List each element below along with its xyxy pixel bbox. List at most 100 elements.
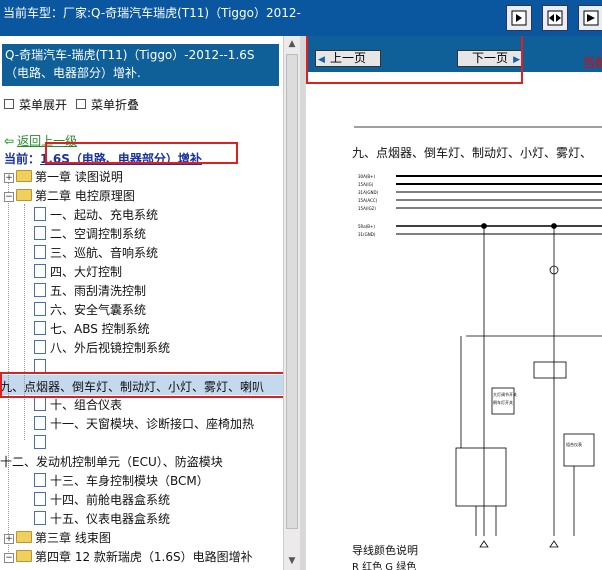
tree-item-label: 十四、前舱电器盒系统 (50, 493, 171, 507)
document-icon (34, 302, 46, 316)
arrow-right-icon (583, 10, 599, 26)
wire-label: 30A(B+) (358, 174, 375, 179)
legend-line: R 红色 G 绿色 (352, 562, 417, 570)
current-prefix: 当前： (4, 152, 41, 166)
diagram-box-label: 大灯调节开关 (493, 391, 517, 397)
menu-expand-label: 菜单展开 (19, 97, 68, 112)
expand-toggle-icon[interactable]: − (4, 553, 14, 563)
forward-button[interactable] (578, 5, 602, 31)
folder-icon (16, 531, 32, 543)
wire-labels: 30A(B+) 15A(IG) 31A(GND) 15A(ACC) 15A(IG… (358, 174, 379, 237)
expand-toggle-icon[interactable]: + (4, 173, 14, 183)
diagram-box-label: 倒车灯开关 (493, 399, 513, 405)
scroll-up-icon[interactable]: ▲ (287, 39, 297, 49)
document-icon (34, 435, 46, 449)
title-bar: 当前车型：厂家:Q-奇瑞汽车瑞虎(T11)（Tiggo）2012- (0, 0, 602, 36)
document-icon (34, 264, 46, 278)
navigation-panel: Q-奇瑞汽车-瑞虎(T11)（Tiggo）-2012--1.6S（电路、电器部分… (0, 36, 300, 570)
menu-collapse-button[interactable]: 菜单折叠 (76, 96, 139, 112)
wiring-diagram: 30A(B+) 15A(IG) 31A(GND) 15A(ACC) 15A(IG… (354, 126, 602, 548)
document-icon (34, 511, 46, 525)
tree-item[interactable]: 第一章 读图说明 (16, 168, 283, 186)
panel-right-button[interactable] (506, 5, 532, 31)
tree-scrollbar[interactable]: ▲ ▼ (283, 36, 301, 570)
tree-item-label: 第三章 线束图 (35, 531, 111, 545)
tree-item-label: 十一、天窗模块、诊断接口、座椅加热 (50, 417, 255, 431)
tree-item[interactable]: 二、空调控制系统 (34, 225, 283, 243)
menu-expand-button[interactable]: 菜单展开 (4, 96, 67, 112)
tree-item-label: 十、组合仪表 (50, 398, 123, 412)
tree-item[interactable] (34, 434, 283, 452)
tree-line (8, 174, 9, 554)
tree-item[interactable]: 七、ABS 控制系统 (34, 320, 283, 338)
diagram-box-label: 组合仪表 (566, 441, 582, 447)
expand-horizontal-icon (547, 10, 563, 26)
tree-item[interactable]: 十三、车身控制模块（BCM） (34, 472, 283, 490)
expand-toggle-icon[interactable]: − (4, 192, 14, 202)
tree-item[interactable]: 十五、仪表电器盒系统 (34, 510, 283, 528)
highlight-box-selected (0, 372, 289, 398)
folder-icon (16, 170, 32, 182)
tree-item[interactable]: 十四、前舱电器盒系统 (34, 491, 283, 509)
menu-collapse-label: 菜单折叠 (91, 97, 140, 112)
tree-item-label: 十三、车身控制模块（BCM） (50, 474, 209, 488)
document-icon (34, 321, 46, 335)
tree-item-label: 第四章 12 款新瑞虎（1.6S）电路图增补 (35, 550, 253, 564)
legend-title: 导线颜色说明 (352, 544, 418, 557)
wire-label: 15A(ACC) (358, 198, 378, 203)
tree-item[interactable]: 十一、天窗模块、诊断接口、座椅加热 (34, 415, 283, 433)
tree-item-label: 七、ABS 控制系统 (50, 322, 150, 336)
document-icon (34, 492, 46, 506)
wire-label: 15A(IG) (358, 182, 374, 187)
tree-item[interactable]: 五、雨刮清洗控制 (34, 282, 283, 300)
document-icon (34, 283, 46, 297)
document-icon (34, 397, 46, 411)
tree-item[interactable]: 四、大灯控制 (34, 263, 283, 281)
tree-item-label: 第二章 电控原理图 (35, 189, 135, 203)
tree-item[interactable]: 三、巡航、音响系统 (34, 244, 283, 262)
window-title: 当前车型：厂家:Q-奇瑞汽车瑞虎(T11)（Tiggo）2012- (3, 6, 301, 20)
menu-expand-icon (4, 99, 14, 109)
document-icon (34, 245, 46, 259)
tree-item[interactable]: 第三章 线束图 (16, 529, 283, 547)
tree-item-label: 第一章 读图说明 (35, 170, 123, 184)
wire-label: 31A(GND) (358, 190, 379, 195)
tree-item[interactable]: 一、起动、充电系统 (34, 206, 283, 224)
tree-item[interactable]: 十、组合仪表 (34, 396, 283, 414)
tree-item-label: 六、安全气囊系统 (50, 303, 147, 317)
document-icon (34, 207, 46, 221)
tree-item[interactable]: 第二章 电控原理图 (16, 187, 283, 205)
folder-icon (16, 189, 32, 201)
document-viewer: ◀ 上一页 下一页 ▶ 当前 九、点烟器、倒车灯、制动灯、小灯、雾灯、 30A(… (306, 36, 602, 570)
tree-line (24, 204, 25, 440)
scroll-down-icon[interactable]: ▼ (287, 556, 297, 566)
wire-label: 15A(IG2) (358, 206, 376, 211)
folder-icon (16, 550, 32, 562)
tree-item-label: 一、起动、充电系统 (50, 208, 159, 222)
tree-item-label: 三、巡航、音响系统 (50, 246, 159, 260)
panel-right-icon (511, 10, 527, 26)
highlight-box-current (45, 142, 238, 164)
document-icon (34, 359, 46, 373)
wire-label: 31(GND) (358, 232, 376, 237)
tree-item-label: 八、外后视镜控制系统 (50, 341, 171, 355)
document-icon (34, 340, 46, 354)
expand-toggle-icon[interactable]: + (4, 534, 14, 544)
tree-item-label: 四、大灯控制 (50, 265, 123, 279)
document-icon (34, 226, 46, 240)
wire-label: 5Ra(B+) (358, 224, 375, 229)
menu-collapse-icon (76, 99, 86, 109)
tree-item-label: 十二、发动机控制单元（ECU）、防盗模块 (0, 455, 223, 469)
tree-item[interactable]: 六、安全气囊系统 (34, 301, 283, 319)
document-icon (34, 416, 46, 430)
document-icon (34, 473, 46, 487)
tree-item[interactable]: 十二、发动机控制单元（ECU）、防盗模块 (0, 453, 283, 471)
tree-item[interactable]: 第四章 12 款新瑞虎（1.6S）电路图增补 (16, 548, 283, 566)
book-title: Q-奇瑞汽车-瑞虎(T11)（Tiggo）-2012--1.6S（电路、电器部分… (2, 44, 279, 86)
tree-item-label: 二、空调控制系统 (50, 227, 147, 241)
tree-item-label: 五、雨刮清洗控制 (50, 284, 147, 298)
scroll-thumb[interactable] (286, 54, 298, 529)
tree-item[interactable]: 八、外后视镜控制系统 (34, 339, 283, 357)
expand-horizontal-button[interactable] (542, 5, 568, 31)
tree-item-label: 十五、仪表电器盒系统 (50, 512, 171, 526)
